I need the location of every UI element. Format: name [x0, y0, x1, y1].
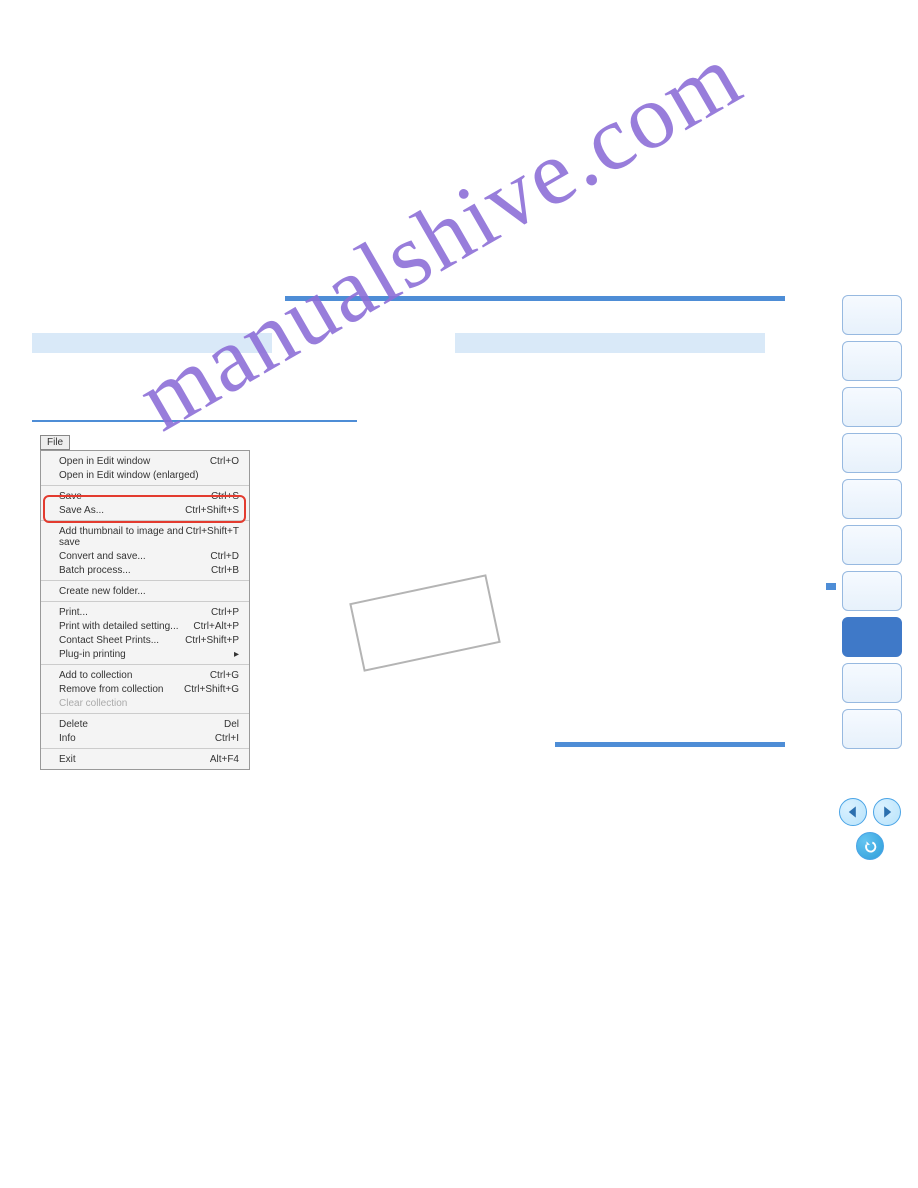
menu-clear-collection: Clear collection	[41, 696, 249, 710]
menu-remove-collection[interactable]: Remove from collectionCtrl+Shift+G	[41, 682, 249, 696]
menu-add-collection[interactable]: Add to collectionCtrl+G	[41, 668, 249, 682]
separator-left	[32, 420, 357, 422]
side-tab-1[interactable]	[842, 295, 902, 335]
menu-contact-sheet[interactable]: Contact Sheet Prints...Ctrl+Shift+P	[41, 633, 249, 647]
watermark-text: manualshive.com	[120, 22, 759, 452]
separator-bottom	[555, 742, 785, 747]
side-tab-4[interactable]	[842, 433, 902, 473]
side-tab-7[interactable]	[842, 571, 902, 611]
menu-save[interactable]: SaveCtrl+S	[41, 489, 249, 503]
file-menu: File Open in Edit windowCtrl+O Open in E…	[40, 450, 250, 770]
prev-page-button[interactable]	[839, 798, 867, 826]
side-tab-5[interactable]	[842, 479, 902, 519]
menu-print-detailed[interactable]: Print with detailed setting...Ctrl+Alt+P	[41, 619, 249, 633]
side-tab-9[interactable]	[842, 663, 902, 703]
heading-bg-right	[455, 333, 765, 353]
side-tab-10[interactable]	[842, 709, 902, 749]
menu-batch-process[interactable]: Batch process...Ctrl+B	[41, 563, 249, 577]
menu-exit[interactable]: ExitAlt+F4	[41, 752, 249, 766]
stamp-rect	[349, 574, 500, 672]
menu-plugin-printing[interactable]: Plug-in printing▸	[41, 647, 249, 661]
side-tab-2[interactable]	[842, 341, 902, 381]
menu-delete[interactable]: DeleteDel	[41, 717, 249, 731]
menu-create-folder[interactable]: Create new folder...	[41, 584, 249, 598]
menu-convert-save[interactable]: Convert and save...Ctrl+D	[41, 549, 249, 563]
side-tab-3[interactable]	[842, 387, 902, 427]
menu-add-thumbnail[interactable]: Add thumbnail to image and saveCtrl+Shif…	[41, 524, 249, 549]
side-tab-6[interactable]	[842, 525, 902, 565]
separator-top	[285, 296, 785, 301]
menu-info[interactable]: InfoCtrl+I	[41, 731, 249, 745]
menu-print[interactable]: Print...Ctrl+P	[41, 605, 249, 619]
return-button[interactable]	[856, 832, 884, 860]
sidebar-marker	[826, 583, 836, 590]
menu-open-edit[interactable]: Open in Edit windowCtrl+O	[41, 454, 249, 468]
menu-open-enlarged[interactable]: Open in Edit window (enlarged)	[41, 468, 249, 482]
file-menu-tab[interactable]: File	[40, 435, 70, 450]
menu-save-as[interactable]: Save As...Ctrl+Shift+S	[41, 503, 249, 517]
next-page-button[interactable]	[873, 798, 901, 826]
page-nav	[838, 798, 902, 860]
heading-bg-left	[32, 333, 272, 353]
side-tab-8[interactable]	[842, 617, 902, 657]
sidebar-tabs	[842, 295, 902, 749]
